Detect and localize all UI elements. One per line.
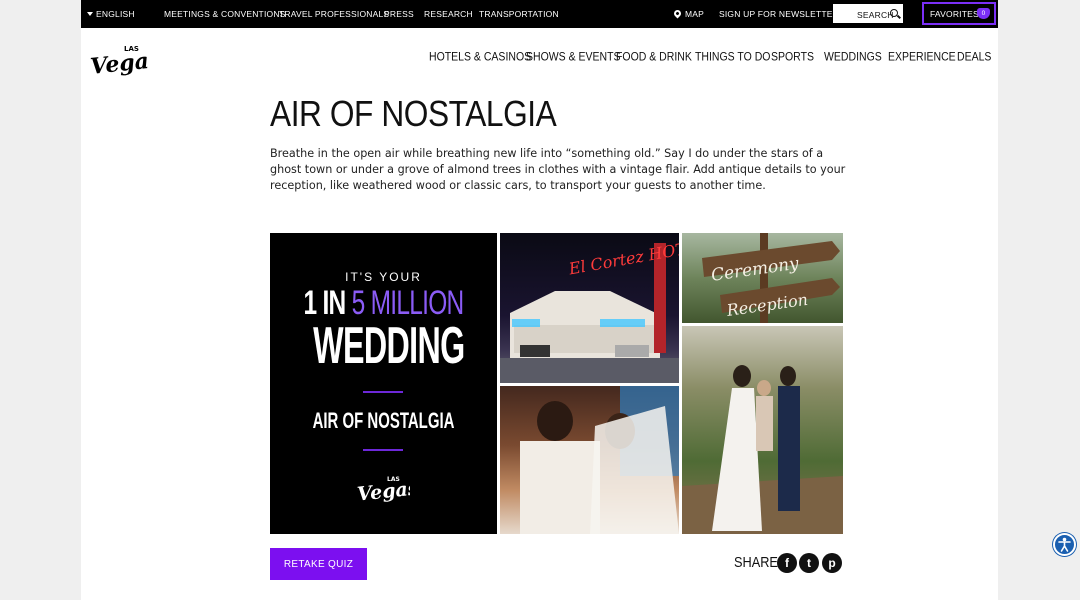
language-label: ENGLISH — [96, 9, 135, 19]
link-research[interactable]: RESEARCH — [424, 9, 473, 19]
wedding-collage: IT'S YOUR 1 IN 5 MILLION WEDDING AIR OF … — [270, 233, 843, 534]
search-icon — [890, 9, 898, 17]
twitter-icon[interactable]: t — [799, 553, 819, 573]
link-transportation[interactable]: TRANSPORTATION — [479, 9, 559, 19]
couple-illustration — [520, 386, 679, 534]
its-your-text: IT'S YOUR — [345, 270, 422, 284]
las-vegas-logo[interactable]: LAS Vegas — [89, 42, 149, 78]
retake-quiz-button[interactable]: RETAKE QUIZ — [270, 548, 367, 580]
groom-hair — [537, 401, 573, 441]
nav-experience[interactable]: EXPERIENCE — [888, 50, 956, 63]
air-of-nostalgia-text: AIR OF NOSTALGIA — [312, 408, 455, 433]
neon-sign-blue — [512, 319, 540, 327]
favorites-label: FAVORITES — [930, 9, 979, 19]
couple-embrace-photo — [500, 386, 679, 534]
ceremony-illustration — [682, 365, 843, 534]
accessibility-icon[interactable] — [1053, 533, 1076, 556]
outdoor-ceremony-photo — [682, 326, 843, 534]
page-title: AIR OF NOSTALGIA — [270, 93, 557, 134]
map-link[interactable]: MAP — [672, 8, 705, 19]
search-button[interactable]: SEARCH — [833, 4, 903, 23]
map-pin-icon — [672, 8, 683, 19]
groom-head — [780, 366, 796, 386]
caret-down-icon — [87, 12, 93, 16]
bride-head — [733, 365, 751, 387]
link-press[interactable]: PRESS — [384, 9, 414, 19]
facebook-icon[interactable]: f — [777, 553, 797, 573]
officiant-head — [757, 380, 771, 396]
link-travel-professionals[interactable]: TRAVEL PROFESSIONALS — [279, 9, 389, 19]
neon-sign-blue — [600, 319, 645, 327]
divider-line — [363, 449, 403, 451]
logo-vegas-text: Vegas — [89, 47, 149, 78]
car — [520, 345, 550, 357]
groom-suit — [520, 441, 600, 534]
search-label: SEARCH — [857, 10, 894, 20]
el-cortez-hotel-photo: El Cortez HOTEL — [500, 233, 679, 383]
nav-sports[interactable]: SPORTS — [771, 50, 814, 63]
map-label: MAP — [685, 9, 705, 19]
las-vegas-logo-white: LAS Vegas — [356, 476, 410, 505]
bride-veil — [590, 406, 679, 534]
bride-dress — [712, 388, 762, 531]
groom-suit — [778, 386, 800, 511]
newsletter-link[interactable]: SIGN UP FOR NEWSLETTER — [719, 9, 839, 19]
nav-weddings[interactable]: WEDDINGS — [824, 50, 882, 63]
nav-food-drink[interactable]: FOOD & DRINK — [616, 50, 692, 63]
description-text: Breathe in the open air while breathing … — [270, 147, 846, 192]
page: ENGLISH MEETINGS & CONVENTIONS TRAVEL PR… — [81, 0, 998, 600]
hotel-illustration: El Cortez HOTEL — [500, 235, 679, 383]
nav-things-to-do[interactable]: THINGS TO DO — [695, 50, 770, 63]
link-meetings-conventions[interactable]: MEETINGS & CONVENTIONS — [164, 9, 286, 19]
language-selector[interactable]: ENGLISH — [87, 9, 135, 19]
street — [500, 358, 679, 383]
officiant-body — [756, 396, 773, 451]
pinterest-icon[interactable]: p — [822, 553, 842, 573]
share-label: SHARE — [734, 554, 778, 571]
utility-bar: ENGLISH MEETINGS & CONVENTIONS TRAVEL PR… — [81, 0, 998, 28]
nav-deals[interactable]: DEALS — [957, 50, 991, 63]
sign-illustration: Ceremony Reception — [702, 233, 840, 323]
divider-line — [363, 391, 403, 393]
mini-logo-vegas-text: Vegas — [356, 477, 410, 505]
nav-shows-events[interactable]: SHOWS & EVENTS — [526, 50, 621, 63]
ceremony-sign-photo: Ceremony Reception — [682, 233, 843, 323]
car — [615, 345, 649, 357]
heart-icon: 0 — [977, 8, 990, 19]
nav-hotels-casinos[interactable]: HOTELS & CASINOS — [429, 50, 531, 63]
wooden-deck — [682, 476, 843, 534]
favorites-button[interactable]: FAVORITES 0 — [922, 2, 996, 25]
wedding-text: WEDDING — [313, 317, 465, 375]
accessibility-figure — [1058, 537, 1071, 552]
promo-panel: IT'S YOUR 1 IN 5 MILLION WEDDING AIR OF … — [270, 233, 497, 534]
